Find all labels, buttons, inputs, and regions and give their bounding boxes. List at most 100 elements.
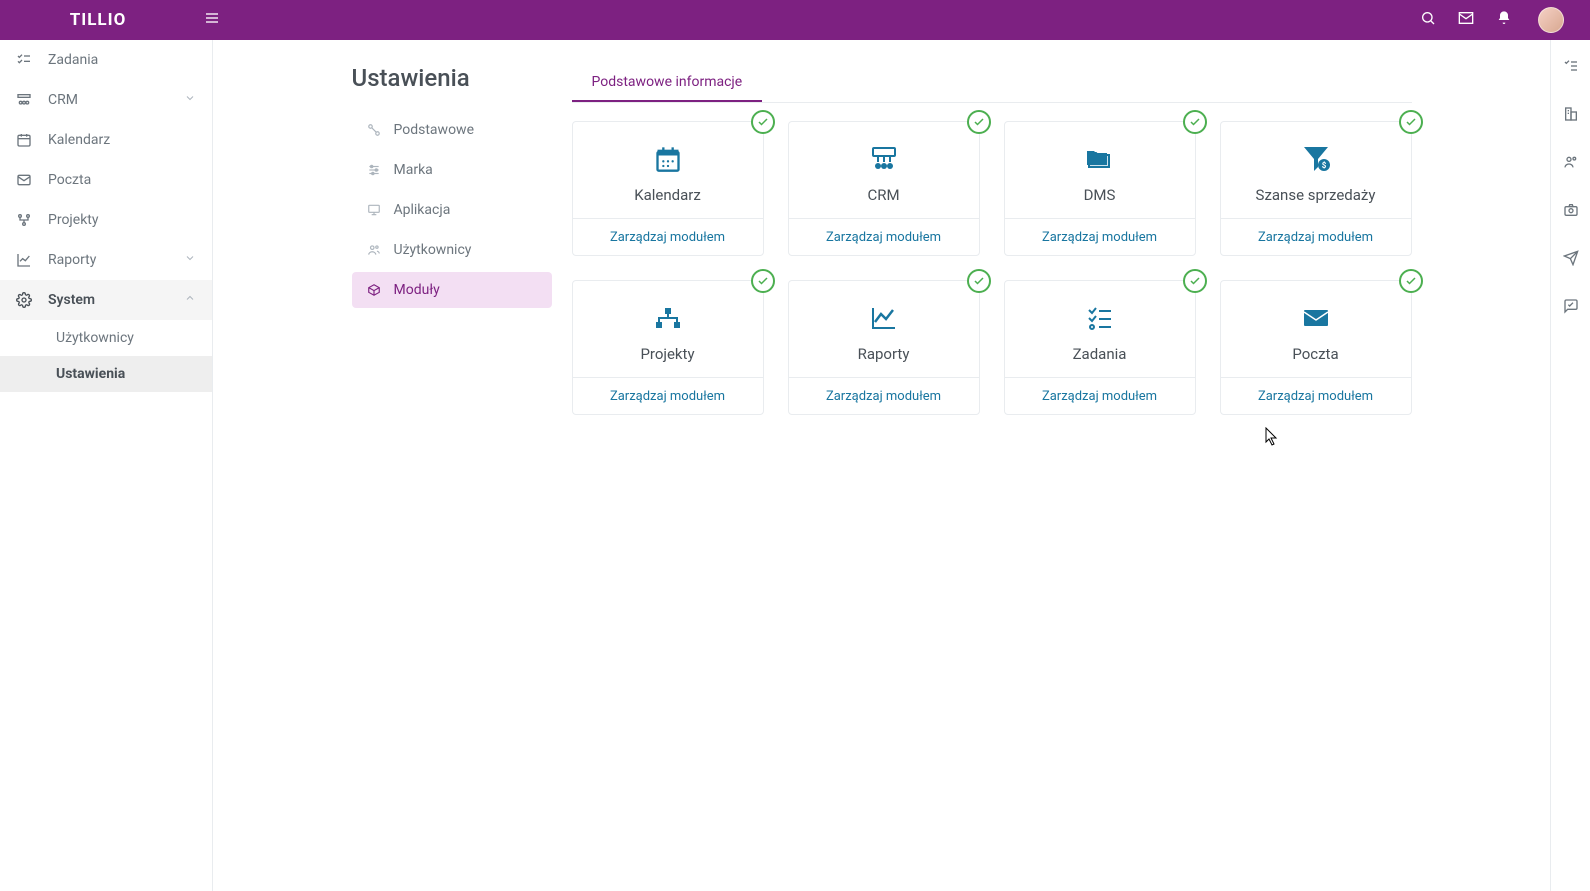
settings-nav-label: Aplikacja bbox=[394, 202, 451, 218]
settings-nav-moduly[interactable]: Moduły bbox=[352, 272, 552, 308]
module-name: CRM bbox=[799, 186, 969, 204]
module-card-szanse-sprzedaży: $ Szanse sprzedaży Zarządzaj modułem bbox=[1220, 121, 1412, 256]
module-card-raporty: Raporty Zarządzaj modułem bbox=[788, 280, 980, 415]
settings-nav-uzytkownicy[interactable]: Użytkownicy bbox=[352, 232, 552, 268]
settings-nav: Podstawowe Marka Aplikacja Użytkownicy bbox=[352, 112, 552, 312]
module-card-projekty: Projekty Zarządzaj modułem bbox=[572, 280, 764, 415]
chevron-up-icon bbox=[184, 292, 196, 308]
svg-text:$: $ bbox=[1321, 161, 1326, 170]
funnel-icon: $ bbox=[1231, 144, 1401, 174]
sidebar-item-crm[interactable]: CRM bbox=[0, 80, 212, 120]
chart-icon bbox=[799, 303, 969, 333]
tab-podstawowe-informacje[interactable]: Podstawowe informacje bbox=[572, 64, 763, 102]
tab-label: Podstawowe informacje bbox=[592, 74, 743, 90]
calendar-icon bbox=[16, 132, 32, 148]
module-name: Poczta bbox=[1231, 345, 1401, 363]
sidebar: Zadania CRM Kalendarz Poczta Projekty Ra… bbox=[0, 40, 213, 891]
sidebar-item-poczta[interactable]: Poczta bbox=[0, 160, 212, 200]
chevron-down-icon bbox=[184, 92, 196, 108]
users-icon[interactable] bbox=[1563, 154, 1579, 174]
mail-icon bbox=[16, 172, 32, 188]
check-badge-icon bbox=[751, 110, 775, 134]
sidebar-sub-ustawienia[interactable]: Ustawienia bbox=[0, 356, 212, 392]
layout: Zadania CRM Kalendarz Poczta Projekty Ra… bbox=[0, 40, 1590, 891]
module-name: Projekty bbox=[583, 345, 753, 363]
sidebar-item-label: Projekty bbox=[48, 212, 196, 228]
sidebar-item-label: Zadania bbox=[48, 52, 196, 68]
modules-grid: KalendarzZarządzaj modułem CRM Zarządzaj m… bbox=[572, 121, 1412, 415]
mail-icon[interactable] bbox=[1458, 10, 1474, 30]
monitor-icon bbox=[366, 203, 382, 217]
settings-content: Podstawowe informacje KalendarzZarządzaj… bbox=[572, 64, 1412, 867]
module-card-zadania: Zadania Zarządzaj modułem bbox=[1004, 280, 1196, 415]
user-avatar[interactable] bbox=[1538, 7, 1564, 33]
check-badge-icon bbox=[751, 269, 775, 293]
checklist-icon[interactable] bbox=[1563, 58, 1579, 78]
settings-nav-marka[interactable]: Marka bbox=[352, 152, 552, 188]
right-rail bbox=[1550, 40, 1590, 891]
manage-module-link[interactable]: Zarządzaj modułem bbox=[826, 389, 941, 404]
main-content: Ustawienia Podstawowe Marka Aplikacja bbox=[213, 40, 1550, 891]
sidebar-item-label: CRM bbox=[48, 92, 168, 108]
module-name: DMS bbox=[1015, 186, 1185, 204]
settings-nav-label: Marka bbox=[394, 162, 433, 178]
check-badge-icon bbox=[967, 269, 991, 293]
chart-icon bbox=[16, 252, 32, 268]
menu-toggle-icon[interactable] bbox=[196, 10, 228, 30]
module-card-kalendarz: KalendarzZarządzaj modułem bbox=[572, 121, 764, 256]
module-name: Zadania bbox=[1015, 345, 1185, 363]
crm-icon bbox=[16, 92, 32, 108]
module-name: Raporty bbox=[799, 345, 969, 363]
settings-nav-label: Moduły bbox=[394, 282, 440, 298]
users-icon bbox=[366, 243, 382, 257]
sidebar-item-projekty[interactable]: Projekty bbox=[0, 200, 212, 240]
module-name: Szanse sprzedaży bbox=[1231, 186, 1401, 204]
link-icon bbox=[366, 123, 382, 137]
settings-nav-podstawowe[interactable]: Podstawowe bbox=[352, 112, 552, 148]
sidebar-item-kalendarz[interactable]: Kalendarz bbox=[0, 120, 212, 160]
check-badge-icon bbox=[1399, 110, 1423, 134]
tasks-icon bbox=[1015, 303, 1185, 333]
chat-icon[interactable] bbox=[1563, 298, 1579, 318]
check-badge-icon bbox=[1183, 269, 1207, 293]
sidebar-item-label: System bbox=[48, 292, 168, 308]
app-logo[interactable]: TILLIO bbox=[70, 10, 127, 30]
module-card-poczta: Poczta Zarządzaj modułem bbox=[1220, 280, 1412, 415]
crm-icon bbox=[799, 144, 969, 174]
sidebar-item-zadania[interactable]: Zadania bbox=[0, 40, 212, 80]
settings-nav-label: Użytkownicy bbox=[394, 242, 472, 258]
manage-module-link[interactable]: Zarządzaj modułem bbox=[826, 230, 941, 245]
sidebar-item-label: Kalendarz bbox=[48, 132, 196, 148]
sidebar-item-system[interactable]: System bbox=[0, 280, 212, 320]
manage-module-link[interactable]: Zarządzaj modułem bbox=[610, 230, 725, 245]
bell-icon[interactable] bbox=[1496, 10, 1512, 30]
box-icon bbox=[366, 283, 382, 297]
manage-module-link[interactable]: Zarządzaj modułem bbox=[1042, 230, 1157, 245]
send-icon[interactable] bbox=[1563, 250, 1579, 270]
sidebar-item-raporty[interactable]: Raporty bbox=[0, 240, 212, 280]
app-header: TILLIO bbox=[0, 0, 1590, 40]
settings-nav-label: Podstawowe bbox=[394, 122, 475, 138]
sidebar-item-label: Poczta bbox=[48, 172, 196, 188]
sidebar-item-label: Raporty bbox=[48, 252, 168, 268]
module-card-dms: DMS Zarządzaj modułem bbox=[1004, 121, 1196, 256]
checklist-icon bbox=[16, 52, 32, 68]
camera-icon[interactable] bbox=[1563, 202, 1579, 222]
sidebar-sub-uzytkownicy[interactable]: Użytkownicy bbox=[0, 320, 212, 356]
chevron-down-icon bbox=[184, 252, 196, 268]
manage-module-link[interactable]: Zarządzaj modułem bbox=[1258, 389, 1373, 404]
projects-icon bbox=[583, 303, 753, 333]
manage-module-link[interactable]: Zarządzaj modułem bbox=[610, 389, 725, 404]
building-icon[interactable] bbox=[1563, 106, 1579, 126]
manage-module-link[interactable]: Zarządzaj modułem bbox=[1258, 230, 1373, 245]
search-icon[interactable] bbox=[1420, 10, 1436, 30]
sidebar-sub-label: Użytkownicy bbox=[56, 330, 134, 346]
settings-nav-aplikacja[interactable]: Aplikacja bbox=[352, 192, 552, 228]
calendar-icon bbox=[583, 144, 753, 174]
module-card-crm: CRM Zarządzaj modułem bbox=[788, 121, 980, 256]
check-badge-icon bbox=[967, 110, 991, 134]
settings-sidebar: Ustawienia Podstawowe Marka Aplikacja bbox=[352, 64, 552, 867]
dms-icon bbox=[1015, 144, 1185, 174]
manage-module-link[interactable]: Zarządzaj modułem bbox=[1042, 389, 1157, 404]
logo-box: TILLIO bbox=[0, 10, 196, 30]
